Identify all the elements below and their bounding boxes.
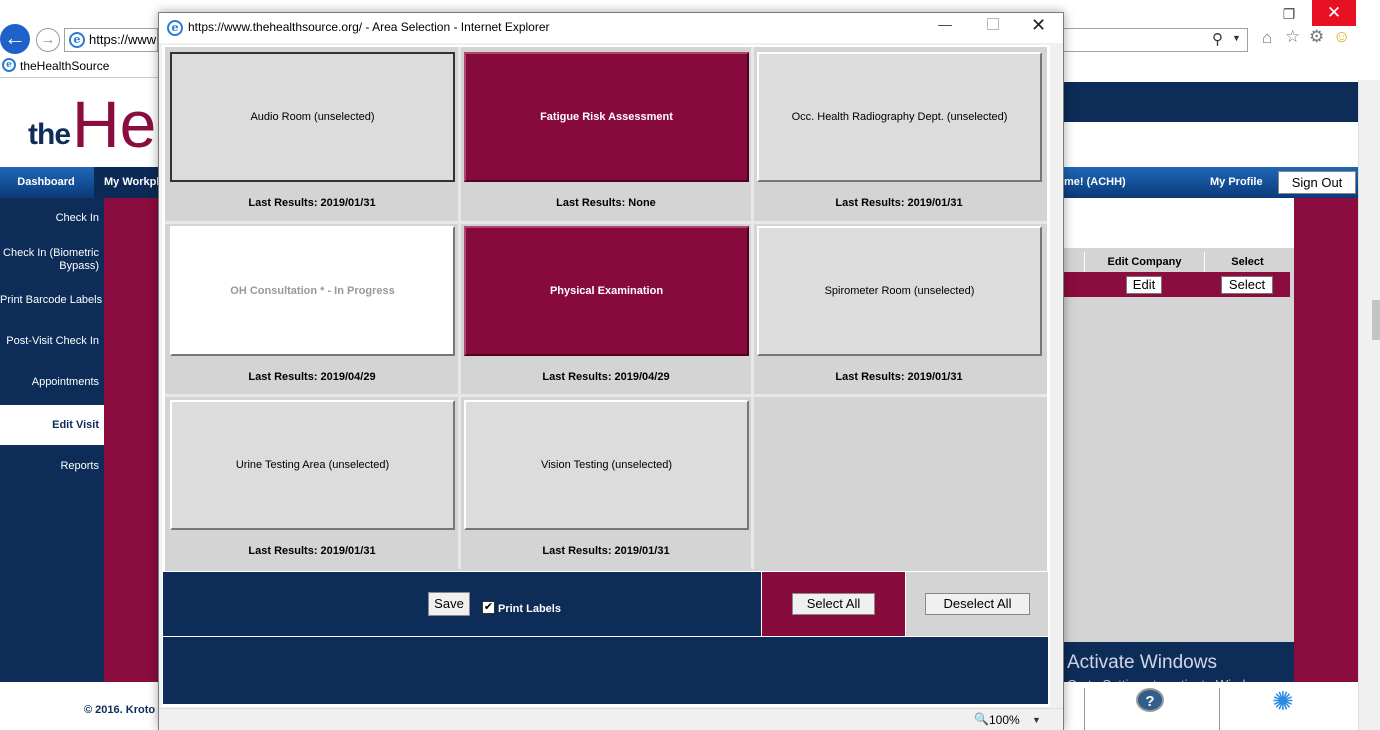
area-last-results: Last Results: 2019/01/31 [248,197,376,209]
favorites-star-icon[interactable]: ☆ [1285,27,1300,47]
sidebar-item-edit-visit[interactable]: Edit Visit [0,405,104,445]
area-last-results: Last Results: 2019/01/31 [835,371,963,383]
nav-welcome-text: me! (ACHH) [1064,176,1126,188]
column-header-select: Select [1204,252,1290,272]
ie-icon: e [2,58,16,72]
ie-icon: e [167,20,183,36]
edit-company-button[interactable]: Edit [1126,276,1162,294]
footer-copyright: © 2016. Kroto [84,704,156,716]
footer-divider [1084,688,1085,730]
sidebar-item-appointments[interactable]: Appointments [0,376,104,389]
area-cell-physical-exam: Physical Examination Last Results: 2019/… [460,222,752,394]
popup-status-bar [159,708,1063,730]
area-cell-fatigue-risk: Fatigue Risk Assessment Last Results: No… [460,48,752,220]
logo-prefix: the [28,118,71,151]
grid-divider [458,47,461,569]
area-button-spirometer[interactable]: Spirometer Room (unselected) [757,226,1042,356]
area-last-results: Last Results: 2019/04/29 [248,371,376,383]
nav-dashboard[interactable]: Dashboard [0,167,92,198]
window-close-button[interactable]: ✕ [1312,0,1356,26]
area-cell-empty [754,397,1045,569]
footer-divider [1219,688,1220,730]
zoom-icon[interactable]: 🔍 [974,712,989,726]
sign-out-button[interactable]: Sign Out [1278,171,1356,194]
area-button-urine-testing[interactable]: Urine Testing Area (unselected) [170,400,455,530]
sidebar-item-reports[interactable]: Reports [0,460,104,473]
popup-maximize-button[interactable] [987,18,999,30]
page-scrollbar[interactable] [1358,80,1380,730]
nav-my-profile[interactable]: My Profile [1210,167,1263,198]
area-button-radiography[interactable]: Occ. Health Radiography Dept. (unselecte… [757,52,1042,182]
area-last-results: Last Results: 2019/04/29 [542,371,670,383]
content-background-right [1294,198,1358,682]
area-button-oh-consultation[interactable]: OH Consultation * - In Progress [170,226,455,356]
activate-windows-title: Activate Windows [1067,652,1217,673]
save-button[interactable]: Save [428,592,470,616]
gear-icon[interactable]: ⚙ [1309,27,1324,47]
page-scrollbar-thumb[interactable] [1372,300,1380,340]
area-last-results: Last Results: 2019/01/31 [248,545,376,557]
address-url: https://www [89,32,157,47]
chevron-down-icon[interactable]: ▼ [1032,715,1041,725]
browser-tab[interactable]: e theHealthSource [0,56,158,78]
area-cell-urine-testing: Urine Testing Area (unselected) Last Res… [166,396,458,568]
area-cell-audio-room: Audio Room (unselected) Last Results: 20… [166,48,458,220]
back-arrow-icon[interactable]: ← [0,24,30,54]
sidebar-item-print-barcode[interactable]: Print Barcode Labels [0,294,104,307]
chevron-down-icon[interactable]: ▼ [1232,33,1241,43]
area-cell-vision-testing: Vision Testing (unselected) Last Results… [460,396,752,568]
content-panel [1062,248,1294,642]
search-icon[interactable]: ⚲ [1212,30,1223,48]
smiley-feedback-icon[interactable]: ☺ [1333,27,1350,47]
help-icon[interactable]: ? [1136,688,1164,712]
area-cell-spirometer: Spirometer Room (unselected) Last Result… [753,222,1045,394]
sidebar-item-post-visit[interactable]: Post-Visit Check In [0,335,104,348]
area-button-fatigue-risk[interactable]: Fatigue Risk Assessment [464,52,749,182]
sidebar-item-check-in-biometric[interactable]: Check In (Biometric Bypass) [0,247,104,273]
window-restore-button[interactable]: ❐ [1276,2,1302,26]
area-cell-oh-consultation: OH Consultation * - In Progress Last Res… [166,222,458,394]
tab-title: theHealthSource [20,59,110,73]
content-background [104,198,162,682]
popup-close-button[interactable]: ✕ [1031,15,1046,36]
area-last-results: Last Results: None [556,197,656,209]
popup-title: https://www.thehealthsource.org/ - Area … [188,20,550,34]
popup-scrollbar[interactable] [1050,45,1063,707]
sidebar-item-check-in[interactable]: Check In [0,212,104,225]
print-labels-checkbox[interactable]: ✔ [482,601,495,614]
address-bar[interactable]: e https://www [64,28,158,52]
area-last-results: Last Results: 2019/01/31 [542,545,670,557]
zoom-level[interactable]: 100% [989,713,1020,727]
select-company-button[interactable]: Select [1221,276,1273,294]
content-panel-top [1062,198,1294,248]
ie-icon: e [69,32,85,48]
deselect-all-button[interactable]: Deselect All [925,593,1030,615]
grid-divider [165,221,1047,224]
popup-bottom-band [163,637,1048,704]
header-band [1062,82,1358,122]
area-button-physical-exam[interactable]: Physical Examination [464,226,749,356]
area-last-results: Last Results: 2019/01/31 [835,197,963,209]
popup-minimize-button[interactable]: — [938,16,952,32]
forward-arrow-icon[interactable]: → [36,28,60,52]
whats-new-burst-icon[interactable]: ✺ [1272,688,1294,714]
nav-workplace[interactable]: My Workplace [94,167,160,198]
select-all-button[interactable]: Select All [792,593,875,615]
area-button-vision-testing[interactable]: Vision Testing (unselected) [464,400,749,530]
area-button-audio-room[interactable]: Audio Room (unselected) [170,52,455,182]
print-labels-label: Print Labels [498,603,561,615]
area-cell-radiography: Occ. Health Radiography Dept. (unselecte… [753,48,1045,220]
column-header-edit-company: Edit Company [1084,252,1204,272]
home-icon[interactable]: ⌂ [1262,28,1272,48]
